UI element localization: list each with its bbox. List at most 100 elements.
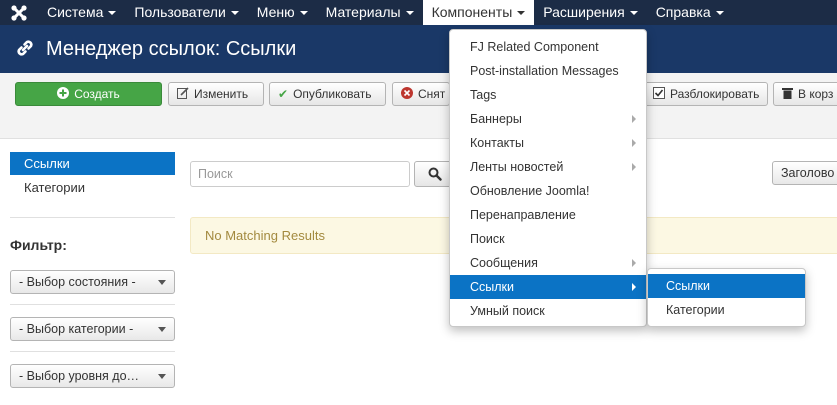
level-filter-value: - Выбор уровня до… [19,369,140,383]
chevron-right-icon [632,163,636,171]
publish-button[interactable]: ✔ Опубликовать [269,82,386,106]
menu-item-label: Сообщения [470,256,538,270]
title-bar: Менеджер ссылок: Ссылки [0,25,837,73]
category-filter-value: - Выбор категории - [19,322,134,336]
chevron-right-icon [632,115,636,123]
nav-content-label: Материалы [325,4,401,20]
publish-button-label: Опубликовать [293,87,372,101]
sidebar-item-categories[interactable]: Категории [10,176,175,199]
chevron-down-icon [230,11,239,16]
search-input[interactable]: Поиск [190,161,410,187]
link-icon [14,37,36,62]
chevron-down-icon [629,11,638,16]
cross-circle-icon [401,86,413,102]
sidebar-item-links[interactable]: Ссылки [10,152,175,175]
submenu-item-label: Ссылки [666,279,711,293]
nav-system[interactable]: Система [38,0,125,25]
nav-menus[interactable]: Меню [248,0,317,25]
search-icon [428,167,442,184]
unlock-button[interactable]: Разблокировать [644,82,768,106]
sidebar-divider [10,304,175,305]
menu-item-tags[interactable]: Tags [450,83,646,107]
chevron-right-icon [632,283,636,291]
menu-item-label: Контакты [470,136,524,150]
menu-item-banners[interactable]: Баннеры [450,107,646,131]
chevron-down-icon [715,11,724,16]
no-results-text: No Matching Results [205,228,325,243]
page-title: Менеджер ссылок: Ссылки [46,37,297,60]
sort-select-value: Заголово [781,166,835,180]
trash-button[interactable]: В корз [773,82,837,106]
nav-help[interactable]: Справка [647,0,733,25]
menu-item-messages[interactable]: Сообщения [450,251,646,275]
menu-item-fj-related[interactable]: FJ Related Component [450,35,646,59]
level-filter-select[interactable]: - Выбор уровня до… [10,364,175,388]
menu-item-label: Ленты новостей [470,160,564,174]
chevron-down-icon [158,327,166,332]
create-button-label: Создать [74,87,120,101]
checkbox-icon [653,86,665,102]
sort-select[interactable]: Заголово [772,161,837,185]
submenu-item-links[interactable]: Ссылки [648,274,805,298]
submenu-item-label: Категории [666,303,725,317]
sidebar-item-label: Ссылки [24,156,70,171]
trash-button-label: В корз [798,87,834,101]
unpublish-button[interactable]: Снят [392,82,450,106]
toolbar: Создать Изменить ✔ Опубликовать Снят Раз… [0,73,837,139]
nav-content[interactable]: Материалы [317,0,423,25]
edit-button[interactable]: Изменить [168,82,264,106]
menu-item-post-installation[interactable]: Post-installation Messages [450,59,646,83]
menu-item-label: Поиск [470,232,505,246]
menu-item-newsfeeds[interactable]: Ленты новостей [450,155,646,179]
menu-item-redirect[interactable]: Перенаправление [450,203,646,227]
menu-item-label: Ссылки [470,280,515,294]
chevron-down-icon [108,11,117,16]
menu-item-search[interactable]: Поиск [450,227,646,251]
menu-item-label: Tags [470,88,497,102]
search-button[interactable] [414,161,454,187]
components-dropdown: FJ Related Component Post-installation M… [449,29,647,327]
menu-item-weblinks[interactable]: Ссылки [450,275,646,299]
weblinks-submenu: Ссылки Категории [647,268,806,327]
trash-icon [782,87,793,102]
menu-item-contacts[interactable]: Контакты [450,131,646,155]
category-filter-select[interactable]: - Выбор категории - [10,317,175,341]
state-filter-select[interactable]: - Выбор состояния - [10,270,175,294]
edit-icon [177,86,189,102]
nav-users[interactable]: Пользователи [125,0,247,25]
nav-users-label: Пользователи [134,4,226,20]
menu-item-label: Post-installation Messages [470,64,619,78]
chevron-right-icon [632,139,636,147]
menu-item-label: FJ Related Component [470,40,599,54]
unpublish-button-label: Снят [418,87,446,101]
chevron-down-icon [405,11,414,16]
nav-extensions[interactable]: Расширения [534,0,646,25]
check-icon: ✔ [278,87,289,101]
nav-system-label: Система [47,4,104,20]
nav-extensions-label: Расширения [543,4,625,20]
nav-menus-label: Меню [256,4,295,20]
chevron-down-icon [158,280,166,285]
state-filter-value: - Выбор состояния - [19,275,136,289]
nav-help-label: Справка [655,4,711,20]
menu-item-label: Баннеры [470,112,522,126]
menu-item-label: Перенаправление [470,208,576,222]
chevron-down-icon [517,11,526,16]
top-navbar: Система Пользователи Меню Материалы Комп… [0,0,837,25]
menu-item-joomla-update[interactable]: Обновление Joomla! [450,179,646,203]
unlock-button-label: Разблокировать [670,87,760,101]
nav-components-label: Компоненты [431,4,513,20]
menu-item-smart-search[interactable]: Умный поиск [450,299,646,323]
menu-item-label: Обновление Joomla! [470,184,590,198]
create-button[interactable]: Создать [15,82,162,106]
sidebar-item-label: Категории [24,180,85,195]
filter-label: Фильтр: [10,237,67,253]
chevron-down-icon [158,374,166,379]
menu-item-label: Умный поиск [470,304,545,318]
chevron-right-icon [632,259,636,267]
nav-components[interactable]: Компоненты [422,0,535,25]
sidebar-divider [10,217,175,218]
submenu-item-categories[interactable]: Категории [648,298,805,322]
joomla-logo-icon[interactable] [0,0,38,25]
plus-circle-icon [57,86,70,102]
